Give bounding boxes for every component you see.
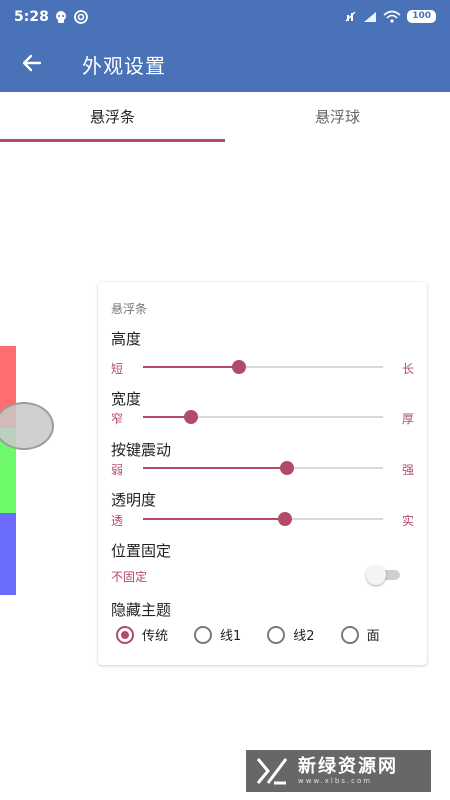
opacity-slider[interactable] [143,512,383,526]
section-title: 悬浮条 [111,302,148,316]
settings-card: 悬浮条 高度 短 长 宽度 窄 厚 按键震动 弱 强 透明度 透 实 位置固定 … [98,282,427,665]
battery-indicator: 100 [407,10,436,23]
height-slider-thumb[interactable] [232,360,246,374]
watermark: 新绿资源网 www.xlbs.com [246,750,431,792]
theme-option-line2[interactable]: 线2 [267,625,315,644]
opacity-max-label: 实 [402,514,415,528]
theme-option-line1[interactable]: 线1 [194,625,241,644]
theme-option-label: 线2 [293,629,315,644]
width-max-label: 厚 [402,412,415,426]
width-title: 宽度 [111,390,142,408]
tab-floating-bar[interactable]: 悬浮条 [0,92,225,142]
radio-unchecked-icon [340,625,359,644]
radio-unchecked-icon [194,625,213,644]
app-notification-icon [56,11,66,23]
width-min-label: 窄 [111,412,124,426]
radio-checked-icon [116,625,134,644]
watermark-text: 新绿资源网 [298,756,398,777]
width-slider-thumb[interactable] [184,410,198,424]
watermark-subtext: www.xlbs.com [298,777,373,785]
status-time: 5:28 [14,9,49,25]
height-title: 高度 [111,330,142,348]
opacity-slider-thumb[interactable] [277,512,292,526]
theme-option-label: 面 [366,629,380,644]
vibration-title: 按键震动 [111,441,172,459]
page-title: 外观设置 [82,54,166,78]
sync-icon [74,10,88,24]
vibration-min-label: 弱 [111,463,124,477]
watermark-logo-icon [256,758,288,785]
theme-option-traditional[interactable]: 传统 [116,625,168,644]
signal-icon [364,11,377,22]
radio-unchecked-icon [267,625,286,644]
height-max-label: 长 [402,362,415,376]
vibration-max-label: 强 [402,463,415,477]
app-bar: 外观设置 [0,34,450,92]
mute-icon [345,11,356,21]
height-slider[interactable] [143,360,383,374]
position-lock-toggle[interactable] [366,565,402,585]
tab-floating-ball[interactable]: 悬浮球 [225,92,450,142]
theme-option-label: 线1 [220,629,242,644]
opacity-min-label: 透 [111,514,124,528]
wifi-icon [383,10,401,23]
tab-bar: 悬浮条 悬浮球 [0,92,450,142]
floating-bar-blue-segment [0,513,16,595]
status-indicators: 100 [345,10,436,23]
arrow-left-icon[interactable] [20,51,44,75]
opacity-title: 透明度 [111,491,157,509]
tab-indicator [0,139,225,142]
floating-bar-preview[interactable] [0,346,16,595]
position-lock-status: 不固定 [111,570,148,584]
position-lock-title: 位置固定 [111,542,172,560]
width-slider[interactable] [143,410,383,424]
vibration-slider-thumb[interactable] [280,461,294,475]
status-bar: 5:28 100 [0,0,450,34]
theme-option-surface[interactable]: 面 [340,625,380,644]
hide-theme-title: 隐藏主题 [111,601,172,619]
theme-option-label: 传统 [142,629,169,644]
vibration-slider[interactable] [143,461,383,475]
height-min-label: 短 [111,362,124,376]
hide-theme-options: 传统 线1 线2 面 [116,625,380,644]
floating-ball-handle[interactable] [0,402,54,450]
